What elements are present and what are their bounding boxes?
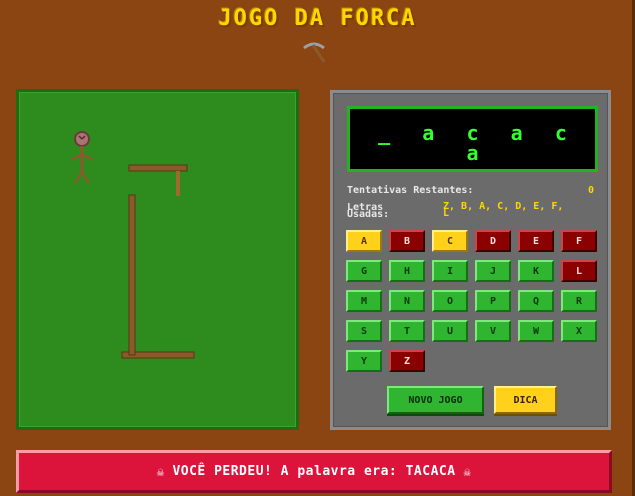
letter-key-o[interactable]: O	[432, 290, 468, 312]
gallows-scene	[16, 89, 299, 430]
letter-key-d[interactable]: D	[475, 230, 511, 252]
letter-key-y[interactable]: Y	[346, 350, 382, 372]
letter-key-t[interactable]: T	[389, 320, 425, 342]
used-letters-label-2: Usadas:	[347, 209, 390, 220]
hint-button[interactable]: DICA	[494, 386, 557, 414]
pickaxe-icon	[303, 42, 326, 63]
letter-key-q[interactable]: Q	[518, 290, 554, 312]
gallows-rope	[176, 171, 180, 196]
letter-key-n[interactable]: N	[389, 290, 425, 312]
word-display: _ a c a c a	[347, 106, 598, 172]
skull-icon: ☠	[463, 464, 472, 479]
letter-key-i[interactable]: I	[432, 260, 468, 282]
hangman-figure	[70, 131, 94, 184]
letter-key-x[interactable]: X	[561, 320, 597, 342]
letter-key-z[interactable]: Z	[389, 350, 425, 372]
result-banner: ☠ VOCÊ PERDEU! A palavra era: TACACA ☠	[16, 450, 612, 493]
game-panel: _ a c a c a Tentativas Restantes: 0 Letras U…	[330, 90, 611, 430]
new-game-button[interactable]: NOVO JOGO	[387, 386, 484, 414]
letter-keyboard: ABCDEF GHIJKL MNOPQR STUVWX YZ	[346, 230, 606, 372]
letter-key-g[interactable]: G	[346, 260, 382, 282]
letter-key-m[interactable]: M	[346, 290, 382, 312]
letter-key-p[interactable]: P	[475, 290, 511, 312]
letter-key-l[interactable]: L	[561, 260, 597, 282]
letter-key-r[interactable]: R	[561, 290, 597, 312]
attempts-label: Tentativas Restantes:	[347, 185, 474, 196]
game-title: JOGO DA FORCA	[218, 6, 417, 31]
letter-key-k[interactable]: K	[518, 260, 554, 282]
result-message: VOCÊ PERDEU! A palavra era: TACACA	[172, 464, 456, 479]
used-letters-value: Z, B, A, C, D, E, F,	[443, 201, 564, 212]
letter-key-a[interactable]: A	[346, 230, 382, 252]
word-letter-overflow: a	[466, 141, 479, 165]
letter-key-v[interactable]: V	[475, 320, 511, 342]
letter-key-s[interactable]: S	[346, 320, 382, 342]
letter-key-e[interactable]: E	[518, 230, 554, 252]
skull-icon: ☠	[156, 464, 165, 479]
letter-key-h[interactable]: H	[389, 260, 425, 282]
letter-key-w[interactable]: W	[518, 320, 554, 342]
gallows-post	[128, 194, 136, 356]
letter-key-j[interactable]: J	[475, 260, 511, 282]
letter-key-c[interactable]: C	[432, 230, 468, 252]
letter-key-f[interactable]: F	[561, 230, 597, 252]
attempts-value: 0	[588, 185, 595, 196]
used-letters-value-2: L	[443, 208, 450, 219]
gallows-beam	[128, 164, 188, 172]
letter-key-b[interactable]: B	[389, 230, 425, 252]
letter-key-u[interactable]: U	[432, 320, 468, 342]
